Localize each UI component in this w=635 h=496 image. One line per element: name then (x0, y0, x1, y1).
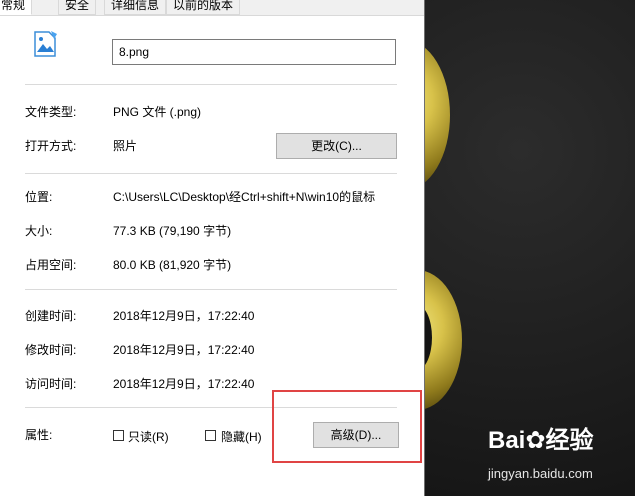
change-button[interactable]: 更改(C)... (276, 133, 397, 159)
watermark-url: jingyan.baidu.com (488, 466, 593, 481)
separator (25, 289, 397, 290)
tab-bar: 常规 安全 详细信息 以前的版本 (0, 0, 424, 16)
tab-general[interactable]: 常规 (0, 0, 33, 15)
location-value: C:\Users\LC\Desktop\经Ctrl+shift+N\win10的… (113, 190, 376, 204)
watermark-logo: Bai✿经验 (488, 420, 593, 455)
open-with-value: 照片 (113, 139, 138, 153)
modified-label: 修改时间: (25, 343, 77, 357)
tab-details[interactable]: 详细信息 (104, 0, 167, 15)
hidden-checkbox[interactable] (205, 430, 216, 441)
attributes-label: 属性: (25, 428, 53, 442)
image-file-icon (34, 31, 57, 57)
separator (25, 173, 397, 174)
separator (25, 84, 397, 85)
watermark-brand-suffix: 经验 (545, 427, 594, 454)
highlight-box (272, 390, 422, 463)
file-name-input[interactable] (112, 39, 396, 65)
created-value: 2018年12月9日，17:22:40 (113, 309, 255, 323)
size-on-disk-label: 占用空间: (25, 258, 77, 272)
tab-security[interactable]: 安全 (58, 0, 97, 15)
location-label: 位置: (25, 190, 53, 204)
paw-icon: ✿ (525, 427, 546, 454)
open-with-label: 打开方式: (25, 139, 77, 153)
type-label: 文件类型: (25, 105, 77, 119)
size-label: 大小: (25, 224, 53, 238)
modified-value: 2018年12月9日，17:22:40 (113, 343, 255, 357)
size-on-disk-value: 80.0 KB (81,920 字节) (113, 258, 232, 272)
size-value: 77.3 KB (79,190 字节) (113, 224, 232, 238)
accessed-label: 访问时间: (25, 377, 77, 391)
accessed-value: 2018年12月9日，17:22:40 (113, 377, 255, 391)
hidden-checkbox-label[interactable]: 隐藏(H) (221, 428, 262, 445)
readonly-checkbox[interactable] (113, 430, 124, 441)
tab-previous-versions[interactable]: 以前的版本 (166, 0, 241, 15)
watermark-brand: Bai (488, 427, 526, 454)
readonly-checkbox-label[interactable]: 只读(R) (128, 428, 169, 445)
type-value: PNG 文件 (.png) (113, 105, 202, 119)
created-label: 创建时间: (25, 309, 77, 323)
